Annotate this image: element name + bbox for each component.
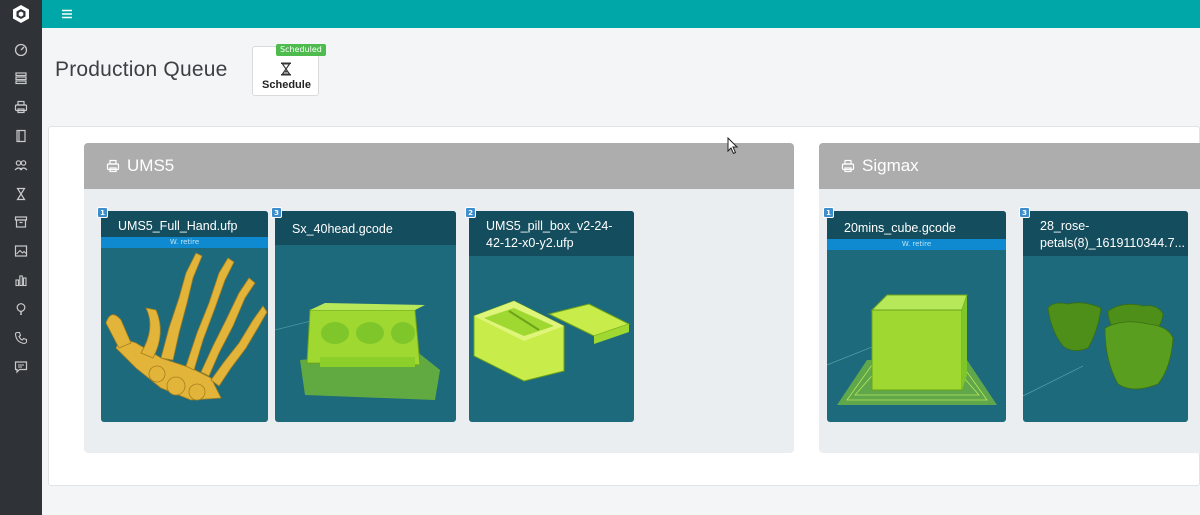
book-icon[interactable] [0, 125, 42, 147]
printer-name: Sigmax [862, 156, 919, 175]
job-priority-badge: 1 [823, 207, 834, 218]
hourglass-icon [280, 61, 292, 76]
hourglass-icon[interactable] [0, 183, 42, 205]
queue-icon[interactable] [0, 67, 42, 89]
schedule-button[interactable]: Scheduled Schedule [252, 44, 326, 96]
printer-name: UMS5 [127, 156, 175, 175]
cube-model-thumbnail [827, 294, 997, 405]
printer-icon[interactable] [0, 96, 42, 118]
job-card[interactable]: 20mins_cube.gcode W. retire 1 [823, 207, 1006, 422]
printer-header[interactable]: Sigmax [819, 143, 1200, 189]
job-priority-badge: 2 [465, 207, 476, 218]
job-tag: W. retire [827, 239, 1006, 250]
job-priority-badge: 3 [271, 207, 282, 218]
job-file-name: Sx_40head.gcode [275, 211, 456, 245]
dashboard-icon[interactable] [0, 38, 42, 60]
job-file-name: 20mins_cube.gcode [827, 211, 1006, 239]
job-card[interactable]: Sx_40head.gcode 3 [271, 207, 456, 422]
chat-icon[interactable] [0, 356, 42, 378]
job-tag: W. retire [101, 237, 268, 248]
tray-model-thumbnail [275, 303, 440, 400]
printer-icon [841, 159, 855, 173]
job-priority-badge: 3 [1019, 207, 1030, 218]
sidebar [0, 0, 42, 515]
rose-model-thumbnail [1023, 302, 1174, 397]
job-card[interactable]: UMS5_Full_Hand.ufp W. retire 1 [97, 207, 268, 422]
bar-chart-icon[interactable] [0, 269, 42, 291]
job-card[interactable]: UMS5_pill_box_v2-24-42-12-x0-y2.ufp 2 [465, 207, 634, 422]
job-card[interactable]: 28_rose-petals(8)_1619110344.7... 3 [1019, 207, 1188, 422]
phone-icon[interactable] [0, 327, 42, 349]
archive-icon[interactable] [0, 211, 42, 233]
job-priority-badge: 1 [97, 207, 108, 218]
schedule-label: Schedule [262, 79, 311, 91]
lightbulb-icon[interactable] [0, 298, 42, 320]
printer-header[interactable]: UMS5 [84, 143, 794, 189]
hamburger-icon[interactable] [60, 6, 74, 20]
mouse-cursor-icon [727, 137, 739, 155]
app-logo-icon[interactable] [0, 0, 42, 28]
job-file-name: UMS5_pill_box_v2-24-42-12-x0-y2.ufp [469, 211, 634, 256]
topbar [42, 0, 1200, 28]
scheduled-badge: Scheduled [276, 44, 326, 56]
job-file-name: 28_rose-petals(8)_1619110344.7... [1023, 211, 1188, 256]
pillbox-model-thumbnail [473, 300, 631, 382]
printer-panel-sigmax: Sigmax 20mins_cube.gcode W. retire 1 28_… [819, 143, 1200, 453]
page-title: Production Queue [55, 58, 228, 81]
job-file-name: UMS5_Full_Hand.ufp [101, 211, 268, 237]
image-icon[interactable] [0, 240, 42, 262]
printer-icon [106, 159, 120, 173]
printer-panel-ums5: UMS5 UMS5_Full_Hand.ufp W. retire 1 Sx_4… [84, 143, 794, 453]
hand-model-thumbnail [105, 252, 268, 401]
users-icon[interactable] [0, 154, 42, 176]
